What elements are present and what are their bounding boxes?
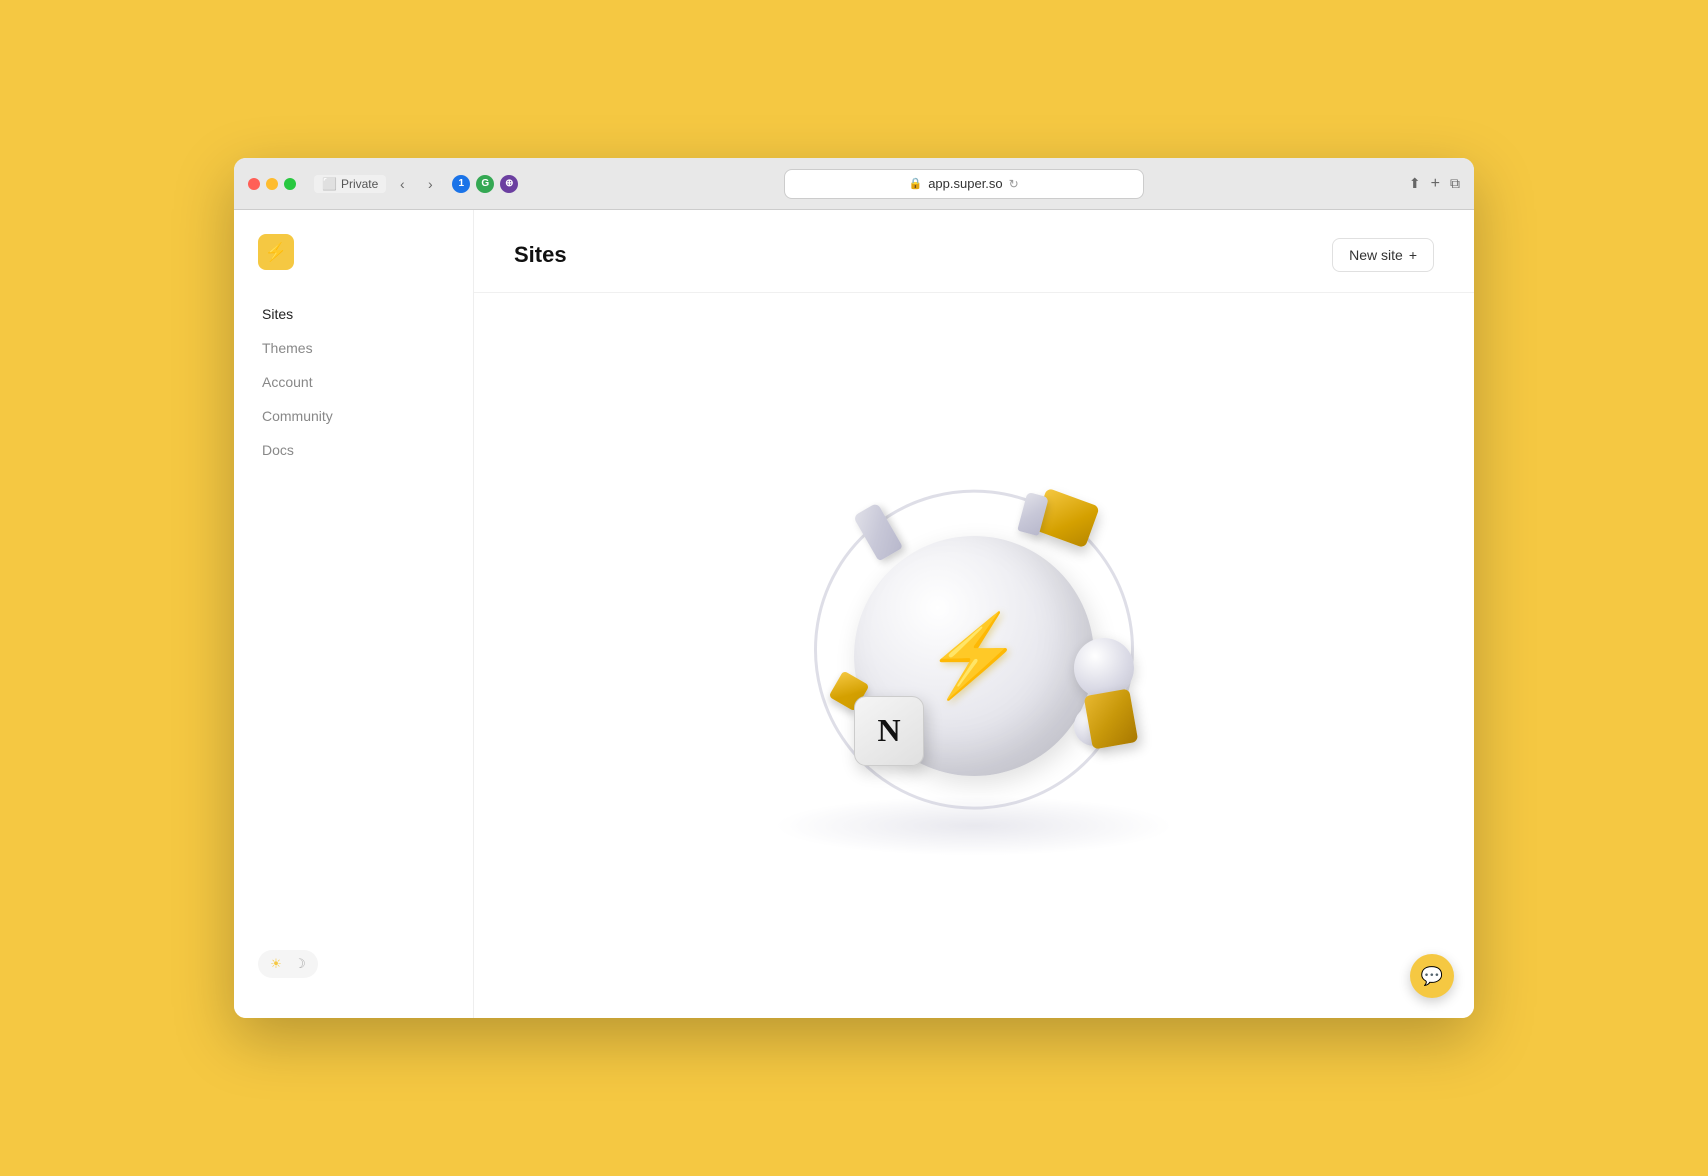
address-bar-container: 🔒 app.super.so ↻ bbox=[528, 169, 1399, 199]
browser-window: ⬜ Private ‹ › 1 G ⊕ 🔒 app.super.so ↻ ⬆ +… bbox=[234, 158, 1474, 1018]
maximize-button[interactable] bbox=[284, 178, 296, 190]
url-text: app.super.so bbox=[928, 176, 1002, 191]
sidebar-nav: Sites Themes Account Community Docs bbox=[234, 298, 473, 934]
main-content: Sites New site + bbox=[474, 210, 1474, 1018]
sidebar-item-community[interactable]: Community bbox=[250, 400, 457, 432]
light-mode-toggle[interactable]: ☀ bbox=[266, 954, 286, 974]
moon-icon: ☽ bbox=[294, 956, 306, 972]
extension-2-icon[interactable]: G bbox=[476, 175, 494, 193]
share-icon[interactable]: ⬆ bbox=[1409, 175, 1421, 192]
community-label: Community bbox=[262, 408, 333, 424]
docs-label: Docs bbox=[262, 442, 294, 458]
notion-letter: N bbox=[877, 712, 900, 749]
forward-button[interactable]: › bbox=[418, 172, 442, 196]
close-button[interactable] bbox=[248, 178, 260, 190]
minimize-button[interactable] bbox=[266, 178, 278, 190]
extension-1-icon[interactable]: 1 bbox=[452, 175, 470, 193]
sun-icon: ☀ bbox=[270, 956, 282, 972]
new-site-button[interactable]: New site + bbox=[1332, 238, 1434, 272]
notion-icon: N bbox=[854, 696, 924, 766]
lightning-logo: ⚡ bbox=[265, 242, 287, 263]
sidebar-icon: ⬜ bbox=[322, 177, 337, 191]
browser-chrome: ⬜ Private ‹ › 1 G ⊕ 🔒 app.super.so ↻ ⬆ +… bbox=[234, 158, 1474, 210]
private-label: Private bbox=[341, 177, 378, 191]
main-body: ⚡ N bbox=[474, 293, 1474, 1018]
gold-box-bottom-right bbox=[1084, 688, 1139, 749]
sidebar-item-themes[interactable]: Themes bbox=[250, 332, 457, 364]
lightning-bolt-icon: ⚡ bbox=[924, 616, 1024, 696]
sites-label: Sites bbox=[262, 306, 293, 322]
sidebar-bottom: ☀ ☽ bbox=[234, 934, 473, 994]
account-label: Account bbox=[262, 374, 313, 390]
traffic-lights bbox=[248, 178, 296, 190]
add-tab-icon[interactable]: + bbox=[1431, 175, 1440, 193]
app-layout: ⚡ Sites Themes Account Community Docs bbox=[234, 210, 1474, 1018]
tabs-icon[interactable]: ⧉ bbox=[1450, 175, 1460, 192]
sidebar: ⚡ Sites Themes Account Community Docs bbox=[234, 210, 474, 1018]
address-bar[interactable]: 🔒 app.super.so ↻ bbox=[784, 169, 1144, 199]
new-site-label: New site bbox=[1349, 247, 1403, 263]
sidebar-item-account[interactable]: Account bbox=[250, 366, 457, 398]
refresh-icon[interactable]: ↻ bbox=[1009, 177, 1019, 191]
themes-label: Themes bbox=[262, 340, 313, 356]
chat-icon: 💬 bbox=[1421, 966, 1443, 987]
sidebar-item-sites[interactable]: Sites bbox=[250, 298, 457, 330]
logo-icon: ⚡ bbox=[258, 234, 294, 270]
illustration: ⚡ N bbox=[754, 446, 1194, 866]
sidebar-item-docs[interactable]: Docs bbox=[250, 434, 457, 466]
extension-3-icon[interactable]: ⊕ bbox=[500, 175, 518, 193]
lock-icon: 🔒 bbox=[909, 177, 923, 190]
back-button[interactable]: ‹ bbox=[390, 172, 414, 196]
plus-icon: + bbox=[1409, 247, 1417, 263]
browser-extensions: 1 G ⊕ bbox=[452, 175, 518, 193]
chat-button[interactable]: 💬 bbox=[1410, 954, 1454, 998]
main-header: Sites New site + bbox=[474, 210, 1474, 293]
dark-mode-toggle[interactable]: ☽ bbox=[290, 954, 310, 974]
browser-nav: ⬜ Private ‹ › bbox=[314, 172, 442, 196]
private-badge: ⬜ Private bbox=[314, 175, 386, 193]
page-title: Sites bbox=[514, 242, 567, 268]
browser-actions: ⬆ + ⧉ bbox=[1409, 175, 1460, 193]
theme-toggle[interactable]: ☀ ☽ bbox=[258, 950, 318, 978]
sidebar-logo: ⚡ bbox=[234, 234, 473, 298]
